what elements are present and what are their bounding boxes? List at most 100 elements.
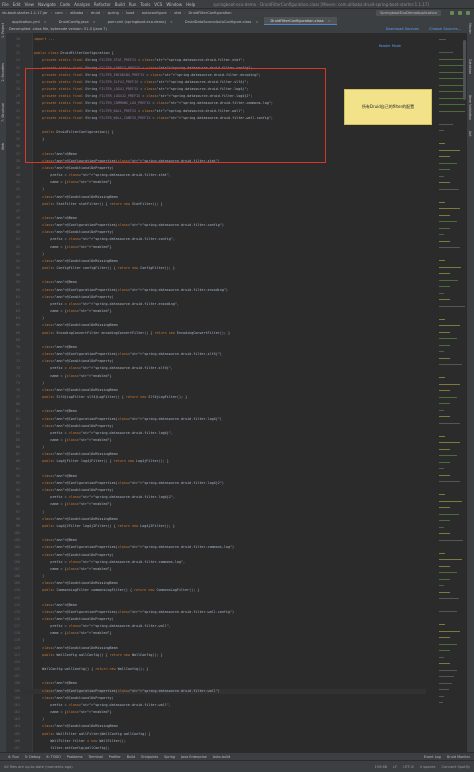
- code-line[interactable]: 163 ): [6, 717, 426, 722]
- code-line[interactable]: 118 name = {class="str">"enabled"}: [6, 631, 426, 636]
- code-line[interactable]: 116 class="ann">@ConditionalOnProperty(: [6, 617, 426, 622]
- code-line[interactable]: 93 class="ann">@ConfigurationProperties(…: [6, 481, 426, 486]
- close-icon[interactable]: ×: [44, 20, 47, 24]
- debug-icon[interactable]: [458, 11, 462, 15]
- breadcrumb-item[interactable]: spring: [108, 11, 119, 15]
- code-line[interactable]: 85 name = {class="str">"enabled"}: [6, 438, 426, 443]
- code-line[interactable]: 109 class="ann">@ConditionalOnMissingBea…: [6, 581, 426, 586]
- menu-item[interactable]: VCS: [154, 2, 162, 7]
- code-line[interactable]: 62 prefix = class="str">"spring.datasour…: [6, 302, 426, 307]
- code-line[interactable]: 98 class="ann">@ConditionalOnMissingBean: [6, 517, 426, 522]
- code-line[interactable]: 65 class="ann">@ConditionalOnMissingBean: [6, 323, 426, 328]
- code-line[interactable]: 53 ): [6, 252, 426, 257]
- code-line[interactable]: 77 public Slf4jLogFilter slf4jLogFilter(…: [6, 395, 426, 400]
- code-line[interactable]: 75 ): [6, 381, 426, 386]
- code-line[interactable]: 105 class="ann">@ConditionalOnProperty(: [6, 553, 426, 558]
- code-line[interactable]: 23 public class DruidFilterConfiguration …: [6, 51, 426, 56]
- menu-item[interactable]: Analyze: [74, 2, 90, 7]
- tool-tab[interactable]: Bean Validation: [468, 95, 472, 120]
- code-line[interactable]: 66 public EncodingConvertFilter encoding…: [6, 331, 426, 336]
- menu-item[interactable]: File: [2, 2, 9, 7]
- code-line[interactable]: 124: [6, 660, 426, 665]
- code-line[interactable]: 10 import ...: [6, 37, 426, 42]
- code-line[interactable]: 58: [6, 273, 426, 278]
- code-line[interactable]: 108 ): [6, 574, 426, 579]
- tool-window-button[interactable]: Java Enterprise: [181, 755, 207, 759]
- tool-window-button[interactable]: 6: TODO: [46, 755, 60, 759]
- indent-setting[interactable]: 4 spaces: [420, 765, 436, 769]
- tool-window-button[interactable]: 5: Debug: [25, 755, 41, 759]
- breadcrumb-item[interactable]: stat: [174, 11, 181, 15]
- choose-sources-link[interactable]: Choose Sources...: [429, 27, 461, 31]
- code-line[interactable]: 110 public CommonsLogFilter commonsLogFi…: [6, 588, 426, 593]
- code-line[interactable]: 72 class="ann">@ConditionalOnProperty(: [6, 359, 426, 364]
- menu-item[interactable]: Help: [186, 2, 195, 7]
- code-line[interactable]: 69: [6, 338, 426, 343]
- code-line[interactable]: 64 ): [6, 316, 426, 321]
- code-line[interactable]: 106 prefix = class="str">"spring.datasou…: [6, 560, 426, 565]
- code-line[interactable]: 43 class="ann">@ConditionalOnMissingBean: [6, 195, 426, 200]
- editor-tab[interactable]: DruidConfig.java ×: [53, 18, 102, 25]
- code-line[interactable]: 92 class="ann">@Bean: [6, 474, 426, 479]
- tool-window-button[interactable]: Auto-build: [213, 755, 231, 759]
- code-line[interactable]: 115 class="ann">@ConfigurationProperties…: [6, 610, 426, 615]
- reader-mode-toggle[interactable]: Reader Mode: [379, 44, 401, 48]
- code-line[interactable]: 88 public Log4jFilter log4jFilter() { re…: [6, 459, 426, 464]
- code-line[interactable]: 83 class="ann">@ConditionalOnProperty(: [6, 424, 426, 429]
- code-line[interactable]: 103 class="ann">@Bean: [6, 538, 426, 543]
- code-line[interactable]: 81 class="ann">@Bean: [6, 409, 426, 414]
- code-line[interactable]: 52 name = {class="str">"enabled"}: [6, 245, 426, 250]
- menu-item[interactable]: View: [24, 2, 34, 7]
- status-widget[interactable]: Connect Spotify: [442, 765, 471, 769]
- code-line[interactable]: 96 name = {class="str">"enabled"}: [6, 502, 426, 507]
- code-line[interactable]: 113: [6, 596, 426, 601]
- code-line[interactable]: 71 class="ann">@ConfigurationProperties(…: [6, 352, 426, 357]
- editor-tab[interactable]: DruidDataSourceAutoConfigure.class ×: [179, 18, 265, 25]
- file-encoding[interactable]: UTF-8: [403, 765, 413, 769]
- code-line[interactable]: 82 class="ann">@ConfigurationProperties(…: [6, 417, 426, 422]
- breadcrumb-item[interactable]: DruidFilterConfiguration: [189, 11, 232, 15]
- tool-tab[interactable]: 2: Favorites: [1, 63, 5, 82]
- tool-window-button[interactable]: Event Log: [424, 755, 441, 759]
- tool-window-button[interactable]: Profiler: [109, 755, 121, 759]
- run-icon[interactable]: [450, 11, 454, 15]
- code-line[interactable]: 80: [6, 402, 426, 407]
- menu-item[interactable]: Refactor: [94, 2, 111, 7]
- code-line[interactable]: 22: [6, 44, 426, 49]
- code-line[interactable]: 44 public StatFilter statFilter() { retu…: [6, 202, 426, 207]
- editor-scrollbar[interactable]: [463, 40, 466, 100]
- code-line[interactable]: 24 private static final String FILTER_ST…: [6, 58, 426, 63]
- code-line[interactable]: 40 prefix = class="str">"spring.datasour…: [6, 173, 426, 178]
- menu-item[interactable]: Edit: [13, 2, 21, 7]
- tool-tab[interactable]: Ant: [468, 131, 472, 136]
- code-line[interactable]: 41 name = {class="str">"enabled"}: [6, 180, 426, 185]
- code-line[interactable]: 76 class="ann">@ConditionalOnMissingBean: [6, 388, 426, 393]
- editor-tab[interactable]: DruidFilterConfiguration.class ×: [264, 17, 337, 25]
- code-line[interactable]: 125 WallConfig wallConfig() { return new…: [6, 667, 426, 672]
- code-line[interactable]: 94 class="ann">@ConditionalOnProperty(: [6, 488, 426, 493]
- code-line[interactable]: 161 prefix = class="str">"spring.datasou…: [6, 703, 426, 708]
- code-line[interactable]: 95 prefix = class="str">"spring.datasour…: [6, 495, 426, 500]
- breadcrumb-item[interactable]: boot: [126, 11, 134, 15]
- code-minimap[interactable]: [439, 39, 467, 739]
- code-line[interactable]: 60 class="ann">@ConfigurationProperties(…: [6, 288, 426, 293]
- line-separator[interactable]: LF: [393, 765, 397, 769]
- code-line[interactable]: 55 public ConfigFilter configFilter() { …: [6, 266, 426, 271]
- code-line[interactable]: 70 class="ann">@Bean: [6, 345, 426, 350]
- code-line[interactable]: 87 class="ann">@ConditionalOnMissingBean: [6, 452, 426, 457]
- code-line[interactable]: 61 class="ann">@ConditionalOnProperty(: [6, 295, 426, 300]
- tool-window-button[interactable]: Terminal: [88, 755, 102, 759]
- code-line[interactable]: 160 class="ann">@ConditionalOnProperty(: [6, 696, 426, 701]
- stop-icon[interactable]: [466, 11, 470, 15]
- tool-window-button[interactable]: Druid Monitor: [447, 755, 470, 759]
- code-line[interactable]: 42 ): [6, 187, 426, 192]
- code-line[interactable]: 159 class="ann">@ConfigurationProperties…: [6, 688, 426, 694]
- code-line[interactable]: 157: [6, 674, 426, 679]
- tool-window-button[interactable]: 4: Run: [8, 755, 19, 759]
- code-line[interactable]: 84 prefix = class="str">"spring.datasour…: [6, 431, 426, 436]
- code-line[interactable]: 162 name = {class="str">"enabled"}: [6, 710, 426, 715]
- code-line[interactable]: 59 class="ann">@Bean: [6, 280, 426, 285]
- tool-tab[interactable]: 1: Project: [1, 23, 5, 38]
- code-line[interactable]: 97 ): [6, 510, 426, 515]
- code-line[interactable]: 48 class="ann">@Bean: [6, 216, 426, 221]
